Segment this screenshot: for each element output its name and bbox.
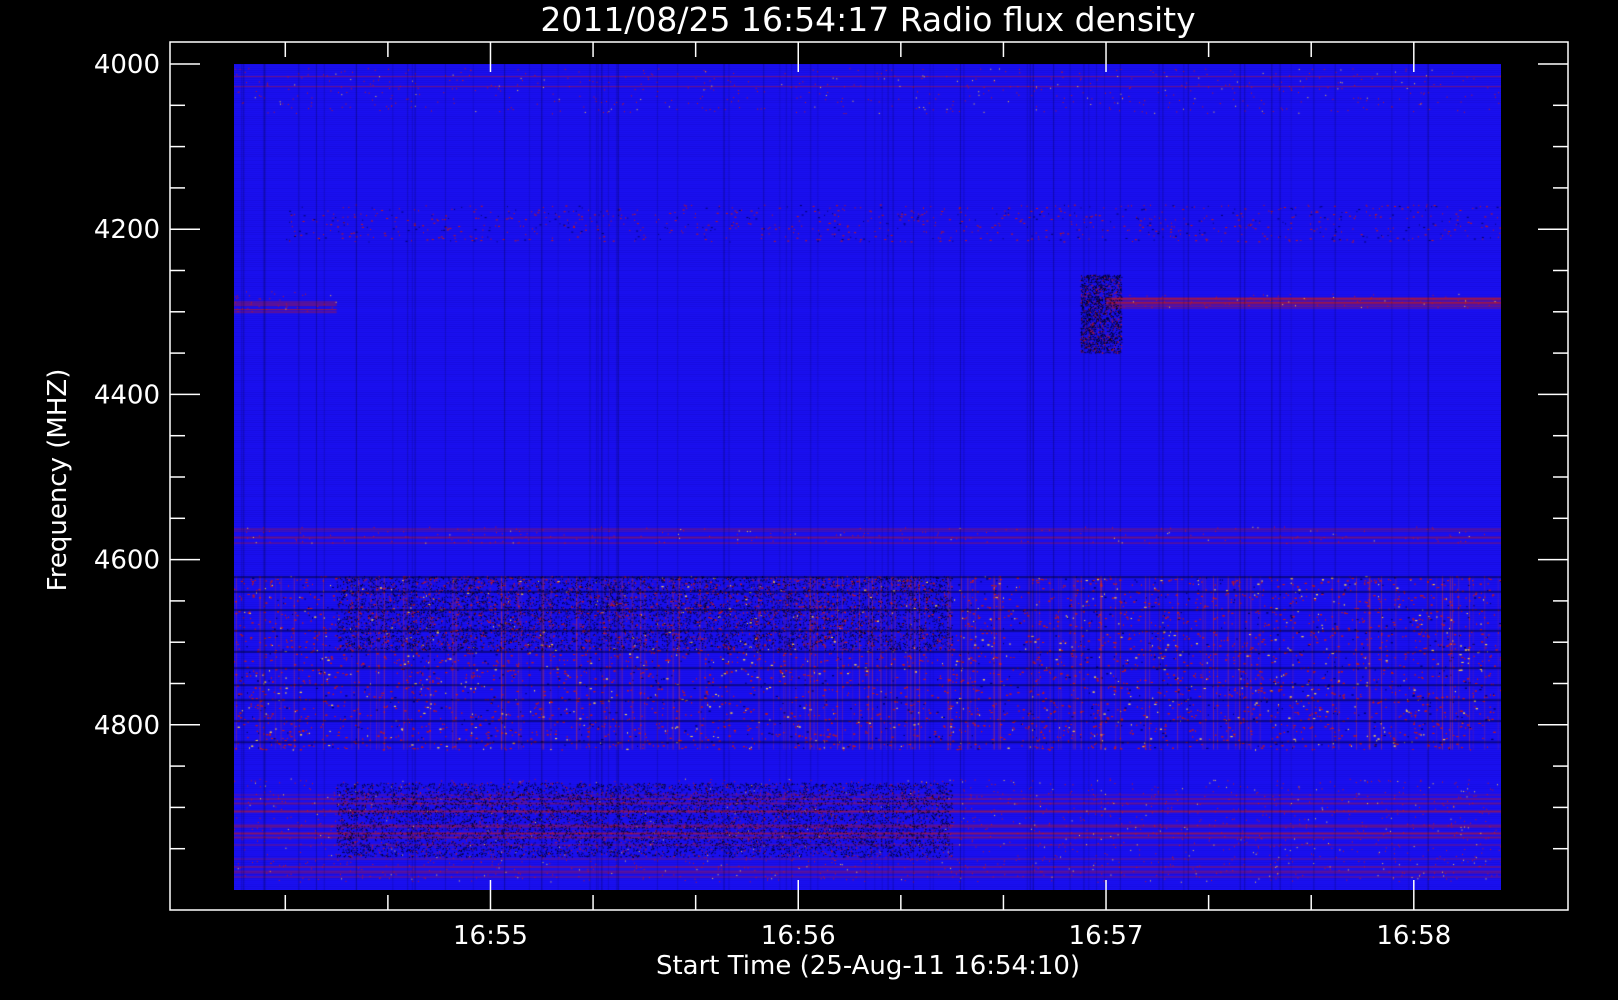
chart-title: 2011/08/25 16:54:17 Radio flux density — [540, 0, 1195, 39]
y-tick-label-4200: 4200 — [94, 215, 160, 245]
x-axis-label: Start Time (25-Aug-11 16:54:10) — [656, 951, 1080, 981]
y-tick-label-4600: 4600 — [94, 546, 160, 576]
x-tick-label-1655: 16:55 — [453, 921, 528, 951]
y-tick-label-4400: 4400 — [94, 380, 160, 410]
y-axis-label: Frequency (MHZ) — [43, 369, 73, 592]
x-tick-label-1657: 16:57 — [1069, 921, 1144, 951]
y-tick-label-4800: 4800 — [94, 711, 160, 741]
x-tick-label-1656: 16:56 — [761, 921, 836, 951]
radio-spectrogram-chart: 2011/08/25 16:54:17 Radio flux density 4… — [0, 0, 1618, 1000]
spectrogram-heatmap — [234, 64, 1501, 890]
x-tick-label-1658: 16:58 — [1376, 921, 1451, 951]
y-tick-label-4000: 4000 — [94, 50, 160, 80]
